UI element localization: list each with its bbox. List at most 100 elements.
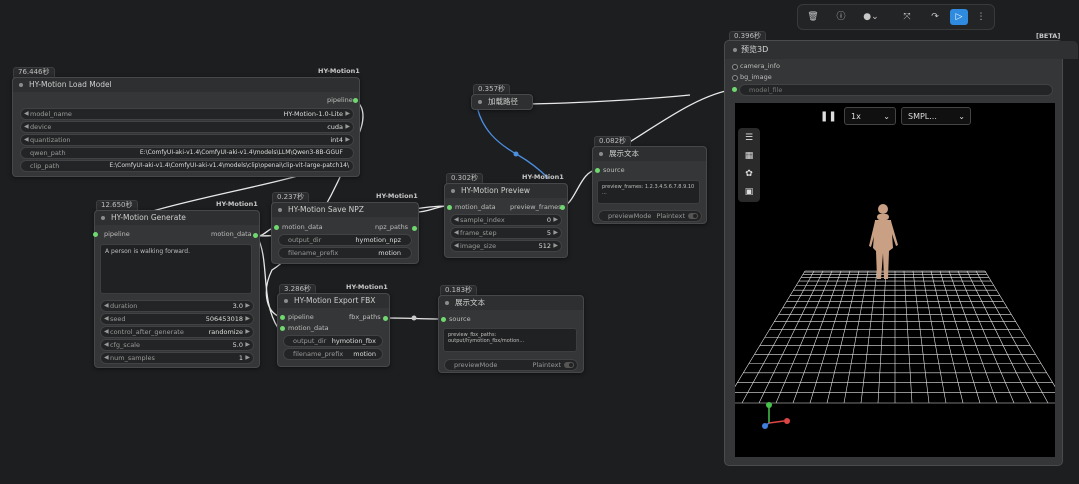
node-badge: HY-Motion1 bbox=[216, 200, 258, 208]
filename-prefix-field[interactable]: filename_prefix motion bbox=[278, 247, 412, 259]
quantization-select[interactable]: ◀ quantization int4 ▶ bbox=[20, 134, 354, 146]
output-motion-data-label: motion_data bbox=[211, 230, 252, 238]
selection-toolbar: 🗑 ⓘ ●⌄ ⤧ ↷ ▷ ⋮ bbox=[797, 4, 995, 30]
output-preview-frames-label: preview_frames bbox=[510, 203, 562, 211]
sample-index-field[interactable]: ◀ sample_index 0 ▶ bbox=[450, 214, 562, 226]
output-dir-field[interactable]: output_dir hymotion_npz bbox=[278, 234, 412, 246]
input-pipeline-label: pipeline bbox=[104, 230, 130, 238]
frame-step-field[interactable]: ◀ frame_step 5 ▶ bbox=[450, 227, 562, 239]
node-title[interactable]: HY-Motion Save NPZ bbox=[272, 203, 418, 217]
output-dir-field[interactable]: output_dir hymotion_fbx bbox=[283, 335, 383, 347]
collapse-dot[interactable] bbox=[451, 189, 455, 193]
node-title[interactable]: HY-Motion Preview bbox=[445, 184, 567, 198]
input-motion-data-label: motion_data bbox=[282, 223, 323, 231]
more-icon[interactable]: ⋮ bbox=[972, 9, 990, 25]
output-pipeline-label: pipeline bbox=[327, 96, 353, 104]
filename-prefix-field[interactable]: filename_prefix motion bbox=[283, 348, 383, 360]
node-badge: HY-Motion1 bbox=[376, 192, 418, 200]
node-badge: HY-Motion1 bbox=[522, 173, 564, 181]
node-badge: HY-Motion1 bbox=[346, 283, 388, 291]
output-npz-paths-pin[interactable] bbox=[412, 226, 417, 231]
toggle-switch[interactable] bbox=[688, 213, 698, 219]
seed-field[interactable]: ◀ seed 506453018 ▶ bbox=[100, 313, 254, 325]
node-title[interactable]: 展示文本 bbox=[439, 296, 583, 310]
node-title[interactable]: 加载路径 bbox=[472, 95, 532, 109]
image-icon[interactable]: ▣ bbox=[741, 184, 757, 200]
redo-icon[interactable]: ↷ bbox=[926, 9, 944, 25]
collapse-dot[interactable] bbox=[19, 83, 23, 87]
animation-select[interactable]: SMPL... ⌄ bbox=[901, 107, 971, 125]
delete-icon[interactable]: 🗑 bbox=[804, 9, 822, 25]
input-motion-data-pin[interactable] bbox=[274, 225, 279, 230]
model-name-select[interactable]: ◀ model_name HY-Motion-1.0-Lite ▶ bbox=[20, 108, 354, 120]
3d-viewport[interactable] bbox=[724, 103, 1066, 457]
input-bg-image-label: bg_image bbox=[740, 73, 772, 81]
axis-gizmo bbox=[762, 402, 790, 429]
bypass-icon[interactable]: ⤧ bbox=[898, 9, 916, 25]
collapse-dot[interactable] bbox=[278, 208, 282, 212]
clip-path-field[interactable]: clip_path E:\ComfyUI-aki-v1.4\ComfyUI-aki… bbox=[20, 160, 354, 172]
output-pipeline-pin[interactable] bbox=[353, 98, 358, 103]
num-samples-field[interactable]: ◀ num_samples 1 ▶ bbox=[100, 352, 254, 364]
prompt-textarea[interactable]: A person is walking forward. bbox=[100, 244, 252, 294]
palette-icon[interactable]: ✿ bbox=[741, 166, 757, 182]
input-source-pin[interactable] bbox=[441, 317, 446, 322]
input-pipeline-pin[interactable] bbox=[280, 315, 285, 320]
input-motion-data-pin[interactable] bbox=[280, 326, 285, 331]
node-title[interactable]: HY-Motion Generate bbox=[95, 211, 259, 225]
node-title[interactable]: 预览3D bbox=[725, 41, 1078, 59]
cfg-scale-field[interactable]: ◀ cfg_scale 5.0 ▶ bbox=[100, 339, 254, 351]
input-source-pin[interactable] bbox=[595, 168, 600, 173]
preview-mode-toggle[interactable]: previewMode Plaintext bbox=[598, 210, 702, 222]
toggle-switch[interactable] bbox=[564, 362, 574, 368]
collapse-dot[interactable] bbox=[478, 100, 482, 104]
node-title[interactable]: HY-Motion Export FBX bbox=[278, 294, 389, 308]
chevron-down-icon: ⌄ bbox=[958, 112, 965, 121]
human-model bbox=[869, 204, 898, 279]
qwen-path-field[interactable]: qwen_path E:\ComfyUI-aki-v1.4\ComfyUI-aki… bbox=[20, 147, 354, 159]
input-camera-info-label: camera_info bbox=[740, 62, 780, 70]
control-after-generate-select[interactable]: ◀ control_after_generate randomize ▶ bbox=[100, 326, 254, 338]
model-file-field[interactable]: model_file bbox=[739, 84, 1053, 96]
collapse-dot[interactable] bbox=[445, 301, 449, 305]
duration-field[interactable]: ◀ duration 3.0 ▶ bbox=[100, 300, 254, 312]
output-npz-paths-label: npz_paths bbox=[375, 223, 409, 231]
info-icon[interactable]: ⓘ bbox=[832, 9, 850, 25]
node-load-path[interactable]: 加载路径 bbox=[471, 94, 533, 110]
output-motion-data-pin[interactable] bbox=[253, 233, 258, 238]
collapse-dot[interactable] bbox=[599, 152, 603, 156]
text-display: preview_frames: 1.2.3.4.5.6.7.8.9.10 ... bbox=[597, 180, 700, 204]
input-motion-data-label: motion_data bbox=[455, 203, 496, 211]
output-fbx-paths-pin[interactable] bbox=[383, 316, 388, 321]
input-motion-data-pin[interactable] bbox=[447, 205, 452, 210]
input-motion-data-label: motion_data bbox=[288, 324, 329, 332]
speed-select[interactable]: 1x ⌄ bbox=[844, 107, 896, 125]
preview-mode-toggle[interactable]: previewMode Plaintext bbox=[444, 359, 578, 371]
collapse-dot[interactable] bbox=[101, 216, 105, 220]
input-source-label: source bbox=[449, 315, 471, 323]
input-pipeline-pin[interactable] bbox=[93, 232, 98, 237]
node-title[interactable]: 展示文本 bbox=[593, 147, 706, 161]
chevron-down-icon: ⌄ bbox=[883, 112, 890, 121]
run-icon[interactable]: ▷ bbox=[950, 9, 968, 25]
grid-floor bbox=[724, 204, 1066, 429]
output-preview-frames-pin[interactable] bbox=[560, 205, 565, 210]
node-badge: HY-Motion1 bbox=[318, 67, 360, 75]
input-pipeline-label: pipeline bbox=[288, 313, 314, 321]
input-bg-image-pin[interactable] bbox=[732, 75, 738, 81]
grid-icon[interactable]: ▦ bbox=[741, 148, 757, 164]
menu-icon[interactable]: ☰ bbox=[741, 130, 757, 146]
input-camera-info-pin[interactable] bbox=[732, 64, 738, 70]
device-select[interactable]: ◀ device cuda ▶ bbox=[20, 121, 354, 133]
color-picker-button[interactable]: ●⌄ bbox=[858, 9, 884, 25]
color-icon: ● bbox=[863, 12, 872, 22]
image-size-field[interactable]: ◀ image_size 512 ▶ bbox=[450, 240, 562, 252]
beta-badge: [BETA] bbox=[1036, 32, 1061, 40]
input-model-file-pin[interactable] bbox=[732, 87, 737, 92]
text-display: preview_fbx_paths: output/hymotion_fbx/m… bbox=[443, 328, 577, 352]
pause-button[interactable]: ❚❚ bbox=[820, 108, 837, 126]
viewport-sidebar: ☰ ▦ ✿ ▣ bbox=[738, 128, 760, 202]
node-title[interactable]: HY-Motion Load Model bbox=[13, 78, 359, 92]
collapse-dot[interactable] bbox=[284, 299, 288, 303]
input-source-label: source bbox=[603, 166, 625, 174]
